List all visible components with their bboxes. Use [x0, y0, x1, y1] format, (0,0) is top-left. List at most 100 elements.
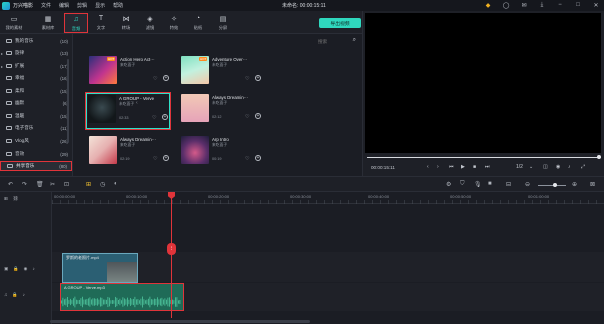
skip-back-icon[interactable]: ⏮ [449, 164, 454, 170]
add-icon[interactable]: + [163, 75, 169, 81]
timeline-scrollbar[interactable] [50, 320, 310, 323]
favorite-icon[interactable]: ♡ [153, 156, 157, 162]
color-icon[interactable]: ◐ [114, 181, 118, 187]
search-icon[interactable]: ⌕ [353, 37, 356, 44]
menu-edit[interactable]: 编辑 [59, 2, 69, 9]
tab-my-media[interactable]: ▭ 我的素材 [2, 13, 26, 33]
eye-icon[interactable]: ◉ [24, 266, 28, 272]
favorite-icon[interactable]: ♡ [153, 76, 157, 82]
mute-icon[interactable]: ♪ [32, 266, 34, 272]
add-track-icon[interactable]: ⊞ [4, 196, 8, 202]
redo-icon[interactable]: ↷ [22, 181, 27, 188]
tab-splitscreen[interactable]: ▤ 分屏 [211, 13, 235, 33]
folder-item[interactable]: ▸ 扩展 (17) [0, 61, 72, 71]
add-icon[interactable]: + [162, 114, 168, 120]
favorite-icon[interactable]: ♡ [152, 115, 156, 121]
lock-icon[interactable]: 🔒 [12, 292, 17, 298]
audio-card[interactable]: HOT Action Hero Act··· 来吃面子 ♡ + [87, 54, 173, 92]
minimize-icon[interactable]: − [556, 1, 564, 9]
menu-clip[interactable]: 剪辑 [77, 2, 87, 9]
record-icon[interactable]: ■ [488, 181, 492, 187]
search-input[interactable] [318, 37, 344, 45]
add-icon[interactable]: + [255, 113, 261, 119]
audio-card[interactable]: HOT Adventure Over··· 未吃面子 ♡ + [179, 54, 265, 92]
audio-clip[interactable]: A GROUP - Verve.mp3 [60, 283, 184, 311]
fit-timeline-icon[interactable]: ⊠ [590, 181, 595, 188]
time-ruler[interactable]: 00:00:00:00 00:00:10:00 00:00:20:00 00:0… [52, 192, 604, 204]
folder-item[interactable]: Vlog风 (26) [0, 136, 72, 146]
fullscreen-icon[interactable]: ⤢ [581, 164, 585, 170]
audio-card[interactable]: Always Dreamin··· 未吃面子 02:12 ♡ + [179, 92, 265, 130]
tab-text[interactable]: T 文字 [89, 13, 113, 33]
split-marker-icon[interactable]: ⁝ [167, 243, 176, 255]
volume-icon[interactable]: ♪ [568, 164, 571, 170]
download-icon[interactable]: ⤓ [538, 1, 546, 9]
add-icon[interactable]: + [255, 75, 261, 81]
favorite-icon[interactable]: ♡ [245, 76, 249, 82]
delete-icon[interactable]: 🗑 [36, 181, 44, 188]
tab-audio[interactable]: ♫ 音频 [64, 13, 88, 33]
export-button[interactable]: 导出视频 [319, 18, 361, 28]
audio-card[interactable]: Always Dreamin··· 来吃面子 02:19 ♡ + [87, 134, 173, 172]
speed-icon[interactable]: ◷ [100, 181, 105, 188]
play-icon[interactable]: ▶ [461, 164, 465, 170]
tab-transition[interactable]: ⋈ 转场 [114, 13, 138, 33]
ratio-select[interactable]: 1/2 [516, 164, 523, 170]
favorite-icon[interactable]: ♡ [245, 114, 249, 120]
zoom-in-icon[interactable]: ⊕ [572, 181, 577, 188]
expand-arrow-icon[interactable]: ▸ [1, 51, 5, 56]
folder-item[interactable]: 幽默 (6) [0, 98, 72, 108]
menu-help[interactable]: 帮助 [113, 2, 123, 9]
prev-frame-icon[interactable]: ‹ [427, 164, 429, 170]
folder-scrollbar[interactable] [67, 59, 69, 143]
shield-icon[interactable]: ⛉ [460, 181, 465, 188]
video-clip[interactable]: 罗斯的老照片.mp4 [62, 253, 138, 283]
close-icon[interactable]: ✕ [592, 1, 600, 9]
add-icon[interactable]: + [163, 155, 169, 161]
render-icon[interactable]: ⚙ [446, 181, 451, 188]
folder-item[interactable]: 柔和 (15) [0, 86, 72, 96]
playback-knob[interactable] [597, 155, 601, 159]
expand-arrow-icon[interactable]: ▸ [1, 64, 5, 69]
tab-effects[interactable]: ✧ 特效 [162, 13, 186, 33]
maximize-icon[interactable]: □ [574, 1, 582, 9]
mic-icon[interactable]: 🎙 [474, 181, 482, 188]
snap-icon[interactable]: ⊟ [506, 181, 511, 188]
folder-item-shared-music[interactable]: 共享音乐 (80) [0, 161, 72, 171]
menu-file[interactable]: 文件 [41, 2, 51, 9]
folder-item[interactable]: 幸福 (16) [0, 73, 72, 83]
crop-icon[interactable]: ⊡ [64, 181, 69, 188]
keyframe-icon[interactable]: ⊞ [86, 181, 91, 188]
cut-icon[interactable]: ✂ [50, 181, 55, 188]
audio-card-selected[interactable]: A GROUP - Verve 未吃面子 02:33 ♡ + [85, 92, 171, 130]
zoom-knob[interactable] [553, 183, 557, 187]
folder-item[interactable]: 电子音乐 (11) [0, 123, 72, 133]
zoom-out-icon[interactable]: ⊖ [525, 181, 530, 188]
mail-icon[interactable]: ✉ [520, 1, 528, 9]
gift-icon[interactable]: ◆ [484, 1, 492, 9]
folder-item[interactable]: 温暖 (15) [0, 111, 72, 121]
link-icon[interactable]: ⛓ [13, 196, 19, 202]
mute-icon[interactable]: ♪ [23, 292, 25, 298]
user-icon[interactable]: ◯ [502, 1, 510, 9]
add-icon[interactable]: + [255, 155, 261, 161]
favorite-icon[interactable]: ♡ [245, 156, 249, 162]
tab-sticker[interactable]: ◔ 贴纸 [186, 13, 210, 33]
camera-icon[interactable]: ◉ [556, 164, 560, 170]
chevron-down-icon[interactable]: ⌄ [529, 164, 533, 170]
playback-progress[interactable] [367, 157, 601, 158]
snapshot-icon[interactable]: ◫ [543, 164, 548, 170]
folder-item[interactable]: ▸ 旋律 (13) [0, 48, 72, 58]
menu-view[interactable]: 显示 [95, 2, 105, 9]
tab-library[interactable]: ▦ 素材库 [36, 13, 60, 33]
audio-card[interactable]: Arp Intro 来吃面子 00:19 ♡ + [179, 134, 265, 172]
tab-filter[interactable]: ◈ 滤镜 [138, 13, 162, 33]
zoom-slider[interactable] [538, 185, 566, 186]
skip-forward-icon[interactable]: ⏭ [485, 164, 490, 170]
lock-icon[interactable]: 🔒 [13, 266, 18, 272]
next-frame-icon[interactable]: › [437, 164, 439, 170]
folder-item[interactable]: 音效 (29) [0, 149, 72, 159]
stop-icon[interactable]: ■ [473, 164, 476, 170]
folder-item[interactable]: 我的音乐 (10) [0, 36, 72, 46]
undo-icon[interactable]: ↶ [8, 181, 13, 188]
